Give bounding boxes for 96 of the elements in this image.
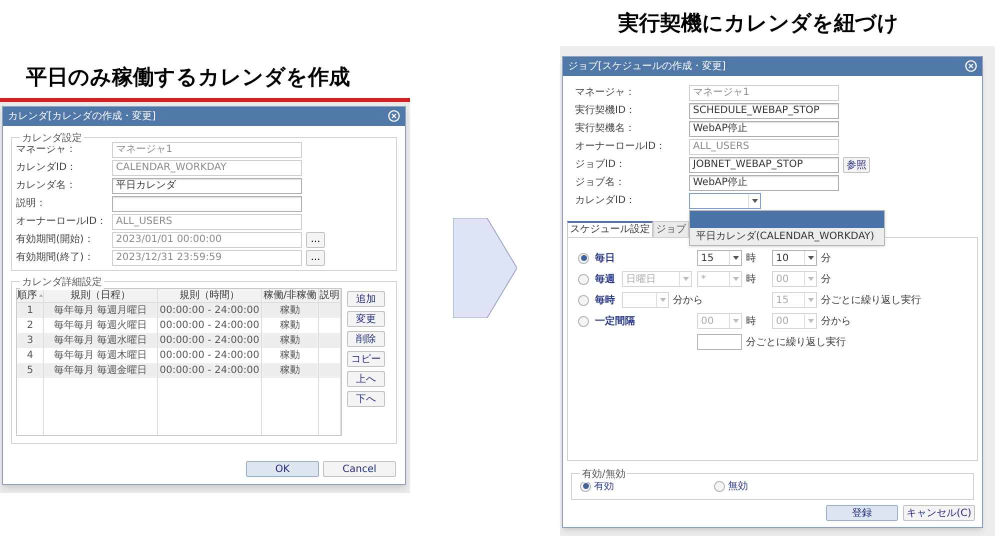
dropdown-option[interactable]: 平日カレンダ(CALENDAR_WORKDAY) bbox=[690, 228, 884, 244]
caret-icon bbox=[808, 298, 814, 302]
text-field[interactable]: マネージャ1 bbox=[112, 142, 302, 158]
dropdown-option[interactable] bbox=[690, 210, 884, 228]
text-field[interactable]: WebAP停止 bbox=[689, 174, 839, 190]
calendar-select[interactable] bbox=[689, 192, 761, 208]
dialog-button[interactable]: Cancel bbox=[323, 460, 396, 476]
column-header[interactable]: 規則（日程） bbox=[44, 288, 158, 302]
unit-label: 時 bbox=[746, 314, 756, 328]
text-field[interactable]: JOBNET_WEBAP_STOP bbox=[689, 156, 839, 172]
slide-heading: 平日のみ稼働するカレンダを作成 bbox=[26, 64, 351, 91]
dialog-button[interactable]: 追加 bbox=[347, 290, 385, 306]
table-row[interactable]: 4 毎年毎月 毎週木曜日 00:00:00 - 24:00:00 稼動 bbox=[17, 348, 341, 362]
table-row[interactable]: 5 毎年毎月 毎週金曜日 00:00:00 - 24:00:00 稼動 bbox=[17, 362, 341, 378]
caret-icon bbox=[732, 256, 738, 260]
radio-button[interactable] bbox=[578, 294, 589, 306]
browse-button[interactable]: ... bbox=[306, 232, 325, 248]
close-icon[interactable] bbox=[965, 60, 977, 72]
right-arrow-icon bbox=[453, 218, 517, 318]
close-icon[interactable] bbox=[388, 110, 400, 122]
table-row[interactable]: 3 毎年毎月 毎週水曜日 00:00:00 - 24:00:00 稼動 bbox=[17, 332, 341, 348]
unit-label: 分ごとに繰り返し実行 bbox=[746, 336, 846, 350]
field-label: 実行契機ID： bbox=[575, 104, 637, 118]
table-cell: 毎年毎月 毎週金曜日 bbox=[44, 362, 158, 378]
unit-label: 分ごとに繰り返し実行 bbox=[821, 294, 921, 308]
dialog-button[interactable]: 上へ bbox=[347, 370, 385, 386]
column-header[interactable]: 説明 bbox=[319, 288, 341, 302]
text-field[interactable]: マネージャ1 bbox=[689, 84, 839, 100]
group-legend: カレンダ詳細設定 bbox=[20, 274, 104, 290]
radio-button[interactable] bbox=[578, 274, 589, 284]
text-field[interactable] bbox=[112, 196, 302, 212]
unit-label: 時 bbox=[746, 272, 756, 286]
field-label: カレンダID： bbox=[16, 161, 78, 175]
column-header[interactable]: 稼働/非稼働 bbox=[262, 288, 319, 302]
dialog-button[interactable]: コピー bbox=[347, 350, 385, 366]
caret-icon bbox=[752, 198, 758, 202]
field-label: 有効期間(終了)： bbox=[16, 250, 95, 265]
dialog-button[interactable]: キャンセル(C) bbox=[903, 504, 975, 520]
dialog-button[interactable]: 下へ bbox=[347, 390, 385, 406]
radio-label[interactable]: 毎週 bbox=[595, 272, 615, 286]
tab[interactable]: スケジュール設定 bbox=[567, 220, 653, 236]
caret-icon bbox=[732, 277, 738, 281]
radio-label[interactable]: 毎時 bbox=[595, 292, 615, 308]
field-label: ジョブ名： bbox=[575, 176, 626, 190]
slide-heading: 実行契機にカレンダを紐づけ bbox=[618, 10, 899, 37]
field-label: カレンダ名： bbox=[16, 179, 77, 193]
caret-icon bbox=[808, 319, 814, 323]
field-label: ジョブID： bbox=[575, 158, 627, 172]
table-cell: 稼動 bbox=[262, 362, 319, 378]
text-field[interactable]: 平日カレンダ bbox=[112, 178, 302, 194]
browse-button[interactable]: 参照 bbox=[843, 156, 870, 172]
field-label: 実行契機名： bbox=[575, 122, 636, 136]
dialog-button[interactable]: OK bbox=[246, 460, 319, 476]
dialog-button[interactable]: 削除 bbox=[347, 330, 385, 346]
field-label: 有効期間(開始)： bbox=[16, 232, 95, 247]
caret-icon bbox=[808, 256, 814, 260]
unit-label: 分から bbox=[821, 314, 851, 328]
table-row[interactable]: 1 毎年毎月 毎週月曜日 00:00:00 - 24:00:00 稼動 bbox=[17, 302, 341, 318]
browse-button[interactable]: ... bbox=[306, 250, 325, 266]
table-cell: 5 bbox=[17, 362, 44, 378]
text-field[interactable]: WebAP停止 bbox=[689, 120, 839, 136]
field-label: 説明： bbox=[16, 196, 47, 211]
unit-label: 時 bbox=[746, 252, 756, 266]
radio-button[interactable] bbox=[714, 480, 725, 492]
caret-icon bbox=[732, 319, 738, 323]
select-field[interactable]: 15 bbox=[697, 250, 742, 266]
dialog-title: ジョブ[スケジュールの作成・変更] bbox=[568, 60, 726, 74]
column-header[interactable]: 規則（時間） bbox=[158, 288, 262, 302]
sort-up-icon bbox=[39, 294, 43, 296]
field-label: オーナーロールID： bbox=[16, 215, 108, 229]
unit-label: 分 bbox=[821, 272, 831, 286]
radio-button[interactable] bbox=[578, 252, 589, 264]
text-field[interactable]: SCHEDULE_WEBAP_STOP bbox=[689, 102, 839, 118]
unit-label: 分 bbox=[821, 252, 831, 266]
select-field[interactable]: 10 bbox=[772, 250, 817, 266]
radio-label[interactable]: 一定間隔 bbox=[595, 314, 635, 328]
field-label: マネージャ： bbox=[575, 86, 636, 100]
caret-icon bbox=[682, 277, 688, 281]
radio-button[interactable] bbox=[578, 316, 589, 326]
dialog-button[interactable]: 登録 bbox=[826, 504, 898, 520]
dialog-button[interactable]: 変更 bbox=[347, 310, 385, 326]
field-label: カレンダID： bbox=[575, 194, 637, 208]
radio-label[interactable]: 毎日 bbox=[595, 250, 615, 266]
table-row[interactable]: 2 毎年毎月 毎週火曜日 00:00:00 - 24:00:00 稼動 bbox=[17, 318, 341, 332]
field-label: オーナーロールID： bbox=[575, 140, 667, 154]
group-legend: 有効/無効 bbox=[580, 466, 628, 482]
unit-label: 分から bbox=[673, 294, 703, 308]
table-cell: 00:00:00 - 24:00:00 bbox=[158, 362, 262, 378]
group-legend: カレンダ設定 bbox=[20, 130, 84, 146]
caret-icon bbox=[660, 298, 666, 302]
radio-label[interactable]: 無効 bbox=[728, 478, 748, 494]
text-field[interactable] bbox=[697, 334, 742, 350]
dialog-title: カレンダ[カレンダの作成・変更] bbox=[8, 110, 156, 124]
tab[interactable]: ジョブ bbox=[653, 220, 689, 236]
column-header[interactable]: 順序 bbox=[17, 288, 44, 302]
caret-icon bbox=[808, 277, 814, 281]
